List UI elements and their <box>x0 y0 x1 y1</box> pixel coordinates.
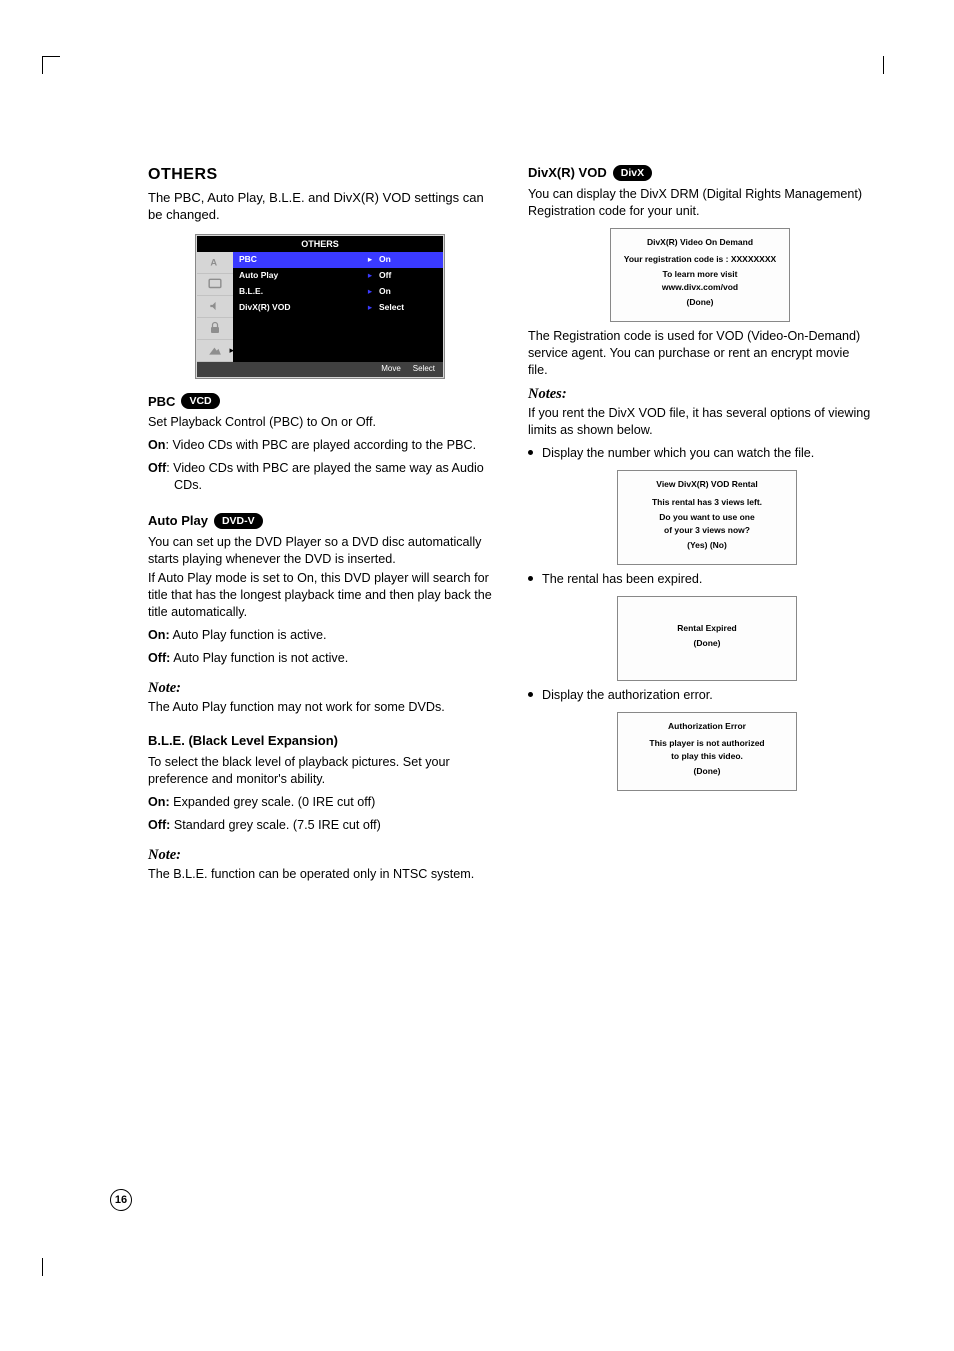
section-heading-others: OTHERS <box>148 164 492 186</box>
autoplay-note-heading: Note: <box>148 679 492 699</box>
bullet-views-left: Display the number which you can watch t… <box>528 445 872 564</box>
dialog-registration: DivX(R) Video On Demand Your registratio… <box>610 228 790 322</box>
ble-note: The B.L.E. function can be operated only… <box>148 866 492 883</box>
dialog-auth-error: Authorization Error This player is not a… <box>617 712 797 791</box>
page-number: 16 <box>110 1189 132 1211</box>
osd-footer-move: Move <box>381 364 401 375</box>
autoplay-off-line: Off: Auto Play function is not active. <box>148 650 492 667</box>
divxvod-notes-heading: Notes: <box>528 385 872 405</box>
dialog-expired-title: Rental Expired <box>624 623 790 634</box>
crop-mark-bottom-left <box>42 1258 60 1276</box>
autoplay-p2: If Auto Play mode is set to On, this DVD… <box>148 570 492 621</box>
dialog-auth-done: (Done) <box>624 766 790 777</box>
divxvod-notes-intro: If you rent the DivX VOD file, it has se… <box>528 405 872 439</box>
dialog-rental-title: View DivX(R) VOD Rental <box>624 479 790 490</box>
osd-row-divxvod: DivX(R) VOD▸Select <box>233 300 443 316</box>
dialog-auth-l2: to play this video. <box>624 751 790 762</box>
divxvod-p1: You can display the DivX DRM (Digital Ri… <box>528 186 872 220</box>
autoplay-on-line: On: Auto Play function is active. <box>148 627 492 644</box>
ble-note-heading: Note: <box>148 846 492 866</box>
pbc-heading: PBC <box>148 393 175 411</box>
dvdv-badge: DVD-V <box>214 513 263 529</box>
left-column: OTHERS The PBC, Auto Play, B.L.E. and Di… <box>148 164 492 883</box>
lock-tab-icon <box>197 318 233 340</box>
divx-badge: DivX <box>613 165 652 181</box>
crop-mark-top-left <box>42 56 60 74</box>
osd-row-pbc: PBC▸On <box>233 252 443 268</box>
bullet-expired: The rental has been expired. Rental Expi… <box>528 571 872 681</box>
dialog-expired-done: (Done) <box>624 638 790 649</box>
language-tab-icon: A <box>197 252 233 274</box>
ble-on-line: On: Expanded grey scale. (0 IRE cut off) <box>148 794 492 811</box>
others-tab-icon <box>197 340 233 362</box>
page-content: OTHERS The PBC, Auto Play, B.L.E. and Di… <box>148 164 872 883</box>
osd-footer-select: Select <box>413 364 435 375</box>
dialog-registration-learn2: www.divx.com/vod <box>617 282 783 293</box>
bullet-auth-error: Display the authorization error. Authori… <box>528 687 872 791</box>
others-intro: The PBC, Auto Play, B.L.E. and DivX(R) V… <box>148 189 492 224</box>
pbc-off-line: Off: Video CDs with PBC are played the s… <box>148 460 492 494</box>
dialog-registration-learn1: To learn more visit <box>617 269 783 280</box>
divxvod-p2: The Registration code is used for VOD (V… <box>528 328 872 379</box>
osd-menu-rows: PBC▸On Auto Play▸Off B.L.E.▸On DivX(R) V… <box>233 252 443 362</box>
osd-row-ble: B.L.E.▸On <box>233 284 443 300</box>
dialog-rental-views: View DivX(R) VOD Rental This rental has … <box>617 470 797 564</box>
dialog-rental-q2: of your 3 views now? <box>624 525 790 536</box>
dialog-rental-yesno: (Yes) (No) <box>624 540 790 551</box>
osd-menu-footer: Move Select <box>197 362 443 377</box>
ble-desc: To select the black level of playback pi… <box>148 754 492 788</box>
pbc-on-line: On: Video CDs with PBC are played accord… <box>148 437 492 454</box>
audio-tab-icon <box>197 296 233 318</box>
autoplay-heading: Auto Play <box>148 512 208 530</box>
autoplay-note: The Auto Play function may not work for … <box>148 699 492 716</box>
svg-text:A: A <box>210 258 217 268</box>
divxvod-heading: DivX(R) VOD <box>528 164 607 182</box>
pbc-desc: Set Playback Control (PBC) to On or Off. <box>148 414 492 431</box>
dialog-registration-title: DivX(R) Video On Demand <box>617 237 783 248</box>
dialog-rental-left: This rental has 3 views left. <box>624 497 790 508</box>
osd-row-autoplay: Auto Play▸Off <box>233 268 443 284</box>
osd-menu-title: OTHERS <box>301 238 339 250</box>
dialog-auth-title: Authorization Error <box>624 721 790 732</box>
dialog-expired: Rental Expired (Done) <box>617 596 797 681</box>
dialog-auth-l1: This player is not authorized <box>624 738 790 749</box>
vcd-badge: VCD <box>181 393 219 409</box>
autoplay-p1: You can set up the DVD Player so a DVD d… <box>148 534 492 568</box>
right-column: DivX(R) VOD DivX You can display the Div… <box>528 164 872 883</box>
dialog-registration-code: Your registration code is : XXXXXXXX <box>617 254 783 265</box>
ble-off-line: Off: Standard grey scale. (7.5 IRE cut o… <box>148 817 492 834</box>
display-tab-icon <box>197 274 233 296</box>
ble-heading: B.L.E. (Black Level Expansion) <box>148 732 492 750</box>
crop-mark-top-right <box>866 56 884 74</box>
dialog-rental-q1: Do you want to use one <box>624 512 790 523</box>
osd-menu-others: OTHERS A PBC▸On Auto Play▸Off <box>195 234 445 379</box>
osd-menu-tabs: A <box>197 252 233 362</box>
dialog-registration-done: (Done) <box>617 297 783 308</box>
